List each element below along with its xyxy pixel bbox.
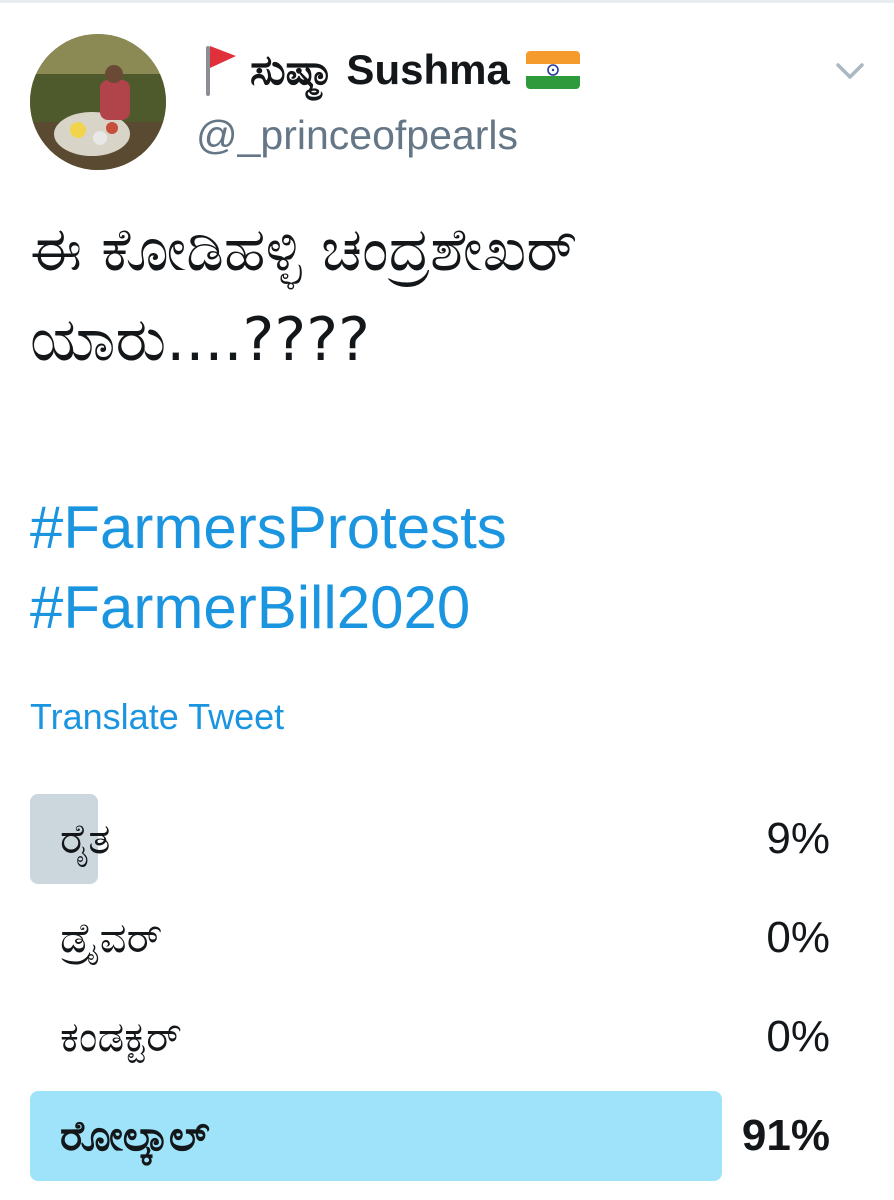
- poll-option-percent: 9%: [766, 814, 830, 863]
- hashtag-list: #FarmersProtests #FarmerBill2020: [30, 488, 507, 648]
- poll: ರೈತ 9% ಡ್ರೈವರ್ 0% ಕಂಡಕ್ಟರ್ 0% ರೋಲ್ಕಾಲ್ 9…: [30, 794, 830, 1190]
- chevron-down-icon[interactable]: [833, 58, 867, 84]
- translate-tweet-link[interactable]: Translate Tweet: [30, 696, 284, 738]
- poll-option-label: ರೈತ: [60, 814, 111, 863]
- hashtag-link[interactable]: #FarmersProtests: [30, 488, 507, 568]
- poll-option-label: ರೋಲ್ಕಾಲ್: [60, 1111, 210, 1160]
- poll-option-label: ಡ್ರೈವರ್: [60, 913, 163, 962]
- red-flag-icon: [200, 42, 240, 98]
- poll-option-percent: 0%: [766, 1012, 830, 1061]
- poll-option: ರೋಲ್ಕಾಲ್ 91%: [30, 1091, 830, 1181]
- hashtag-link[interactable]: #FarmerBill2020: [30, 568, 507, 648]
- poll-option: ಡ್ರೈವರ್ 0%: [30, 893, 830, 983]
- india-flag-icon: [525, 51, 580, 89]
- top-divider: [0, 0, 894, 3]
- poll-option-percent: 0%: [766, 913, 830, 962]
- author-name-row[interactable]: ಸುಷ್ಮಾ Sushma: [200, 42, 580, 98]
- display-name: ಸುಷ್ಮಾ Sushma: [250, 45, 510, 93]
- poll-option: ರೈತ 9%: [30, 794, 830, 884]
- tweet-text-line: ಯಾರು....????: [30, 305, 370, 375]
- tweet-text: ಈ ಕೋಡಿಹಳ್ಳಿ ಚಂದ್ರಶೇಖರ್ ಯಾರು....????: [30, 205, 860, 385]
- avatar[interactable]: [30, 34, 166, 170]
- poll-option-label: ಕಂಡಕ್ಟರ್: [60, 1012, 183, 1061]
- tweet-text-line: ಈ ಕೋಡಿಹಳ್ಳಿ ಚಂದ್ರಶೇಖರ್: [30, 215, 578, 285]
- poll-option-percent: 91%: [741, 1111, 830, 1160]
- poll-option: ಕಂಡಕ್ಟರ್ 0%: [30, 992, 830, 1082]
- author-handle[interactable]: @_princeofpearls: [196, 112, 518, 159]
